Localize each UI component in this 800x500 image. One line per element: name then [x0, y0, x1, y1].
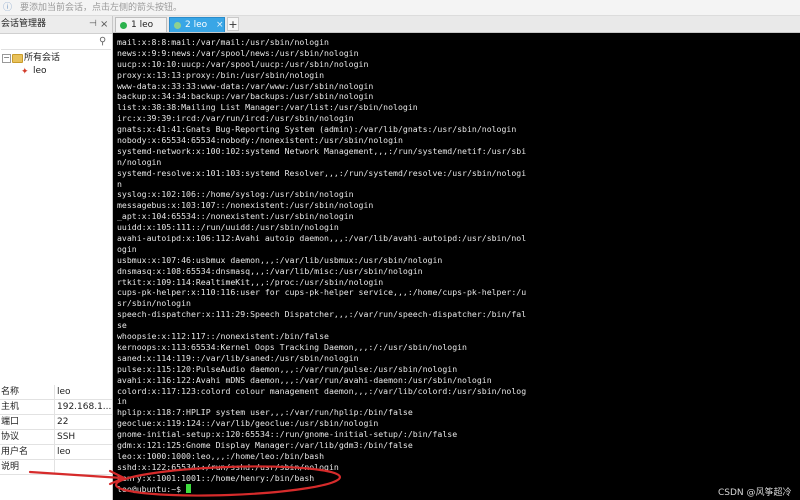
tree-item-label: leo: [33, 66, 47, 76]
property-value: 22: [57, 417, 69, 427]
property-row: 用户名 leo: [0, 445, 112, 460]
connected-status-icon: [174, 22, 181, 29]
info-icon: ⓘ: [3, 3, 13, 13]
terminal-line: avahi-autoipd:x:106:112:Avahi autoip dae…: [117, 233, 527, 244]
property-value: SSH: [57, 432, 76, 442]
terminal-line: n/nologin: [117, 156, 162, 167]
terminal-line: ogin: [117, 243, 137, 254]
session-search-input[interactable]: ⚲: [1, 34, 111, 50]
hint-text: 要添加当前会话，点击左侧的箭头按钮。: [20, 3, 183, 13]
session-manager-title: 会话管理器: [1, 19, 47, 29]
property-row: 主机 192.168.1....: [0, 400, 112, 415]
terminal-line: hplip:x:118:7:HPLIP system user,,,:/var/…: [117, 407, 413, 418]
terminal-line: gdm:x:121:125:Gnome Display Manager:/var…: [117, 439, 413, 450]
property-row: 端口 22: [0, 415, 112, 430]
terminal-line: cups-pk-helper:x:110:116:user for cups-p…: [117, 287, 527, 298]
terminal-line: pulse:x:115:120:PulseAudio daemon,,,:/va…: [117, 363, 458, 374]
ssh-session-icon: ✦: [21, 67, 29, 77]
terminal-line: sr/sbin/nologin: [117, 298, 191, 309]
tab-session-2[interactable]: 2 leo ×: [169, 17, 225, 32]
hint-bar: ⓘ 要添加当前会话，点击左侧的箭头按钮。: [0, 0, 800, 16]
terminal-line: sshd:x:122:65534::/run/sshd:/usr/sbin/no…: [117, 461, 339, 472]
tab-session-1[interactable]: 1 leo: [115, 17, 167, 32]
property-key: 说明: [1, 462, 20, 472]
connected-status-icon: [120, 22, 127, 29]
property-key: 名称: [1, 387, 20, 397]
property-row: 说明: [0, 460, 112, 475]
add-tab-button[interactable]: +: [227, 17, 239, 31]
terminal-view[interactable]: mail:x:8:8:mail:/var/mail:/usr/sbin/nolo…: [113, 33, 800, 500]
terminal-line: nobody:x:65534:65534:nobody:/nonexistent…: [117, 135, 403, 146]
property-key: 端口: [1, 417, 20, 427]
property-key: 主机: [1, 402, 20, 412]
terminal-line: geoclue:x:119:124::/var/lib/geoclue:/usr…: [117, 418, 379, 429]
tree-item-all-sessions[interactable]: − 所有会话: [0, 52, 112, 65]
terminal-line: news:x:9:9:news:/var/spool/news:/usr/sbi…: [117, 47, 359, 58]
terminal-line: henry:x:1001:1001::/home/henry:/bin/bash: [117, 472, 315, 483]
terminal-line: leo:x:1000:1000:leo,,,:/home/leo:/bin/ba…: [117, 450, 325, 461]
pin-icon[interactable]: ⊣: [89, 16, 97, 33]
session-manager-header: 会话管理器 ⊣ ×: [0, 16, 112, 34]
terminal-line: whoopsie:x:112:117::/nonexistent:/bin/fa…: [117, 331, 329, 342]
property-row: 协议 SSH: [0, 430, 112, 445]
folder-icon: [12, 54, 23, 63]
terminal-line: mail:x:8:8:mail:/var/mail:/usr/sbin/nolo…: [117, 37, 329, 47]
terminal-prompt-line[interactable]: leo@ubuntu:~$: [117, 483, 526, 495]
tab-label: 2 leo: [185, 20, 208, 30]
terminal-line: avahi:x:116:122:Avahi mDNS daemon,,,:/va…: [117, 374, 492, 385]
collapse-icon[interactable]: −: [2, 54, 11, 63]
terminal-line: irc:x:39:39:ircd:/var/run/ircd:/usr/sbin…: [117, 113, 354, 124]
property-value: 192.168.1....: [57, 402, 111, 412]
terminal-line: www-data:x:33:33:www-data:/var/www:/usr/…: [117, 80, 374, 91]
tree-item-session-leo[interactable]: ✦ leo: [0, 65, 112, 78]
close-tab-icon[interactable]: ×: [216, 18, 224, 33]
terminal-line: syslog:x:102:106::/home/syslog:/usr/sbin…: [117, 189, 354, 200]
close-icon[interactable]: ×: [100, 16, 108, 33]
terminal-line: rtkit:x:109:114:RealtimeKit,,,:/proc:/us…: [117, 276, 384, 287]
terminal-line: systemd-resolve:x:101:103:systemd Resolv…: [117, 167, 527, 178]
terminal-line: kernoops:x:113:65534:Kernel Oops Trackin…: [117, 341, 467, 352]
terminal-line: uuidd:x:105:111::/run/uuidd:/usr/sbin/no…: [117, 222, 339, 233]
terminal-line: dnsmasq:x:108:65534:dnsmasq,,,:/var/lib/…: [117, 265, 423, 276]
terminal-line: colord:x:117:123:colord colour managemen…: [117, 385, 527, 396]
terminal-line: gnome-initial-setup:x:120:65534::/run/gn…: [117, 429, 458, 440]
terminal-line: se: [117, 320, 127, 331]
terminal-line: list:x:38:38:Mailing List Manager:/var/l…: [117, 102, 418, 113]
terminal-line: speech-dispatcher:x:111:29:Speech Dispat…: [117, 309, 527, 320]
terminal-line: uucp:x:10:10:uucp:/var/spool/uucp:/usr/s…: [117, 58, 369, 69]
tab-label: 1 leo: [131, 20, 154, 30]
terminal-line: usbmux:x:107:46:usbmux daemon,,,:/var/li…: [117, 254, 443, 265]
terminal-line: saned:x:114:119::/var/lib/saned:/usr/sbi…: [117, 352, 359, 363]
terminal-line: proxy:x:13:13:proxy:/bin:/usr/sbin/nolog…: [117, 69, 325, 80]
terminal-line: backup:x:34:34:backup:/var/backups:/usr/…: [117, 91, 374, 102]
watermark: CSDN @风筝超冷: [718, 488, 792, 498]
property-value: leo: [57, 447, 71, 457]
session-manager-panel: 会话管理器 ⊣ × ⚲ − 所有会话 ✦ leo 名称 leo 主机 192.1…: [0, 16, 113, 500]
terminal-line: n: [117, 178, 122, 189]
property-value: leo: [57, 387, 71, 397]
property-key: 用户名: [1, 447, 29, 457]
search-icon[interactable]: ⚲: [99, 36, 106, 47]
terminal-cursor: [186, 483, 192, 493]
session-tab-bar: 1 leo 2 leo × +: [113, 16, 800, 33]
terminal-output: mail:x:8:8:mail:/var/mail:/usr/sbin/nolo…: [117, 37, 526, 494]
terminal-line: _apt:x:104:65534::/nonexistent:/usr/sbin…: [117, 211, 354, 222]
terminal-line: gnats:x:41:41:Gnats Bug-Reporting System…: [117, 124, 517, 135]
terminal-line: in: [117, 396, 127, 407]
property-key: 协议: [1, 432, 20, 442]
property-row: 名称 leo: [0, 385, 112, 400]
terminal-prompt: leo@ubuntu:~$: [117, 483, 187, 494]
tree-item-label: 所有会话: [24, 53, 61, 63]
terminal-line: systemd-network:x:100:102:systemd Networ…: [117, 145, 527, 156]
terminal-line: messagebus:x:103:107::/nonexistent:/usr/…: [117, 200, 374, 211]
